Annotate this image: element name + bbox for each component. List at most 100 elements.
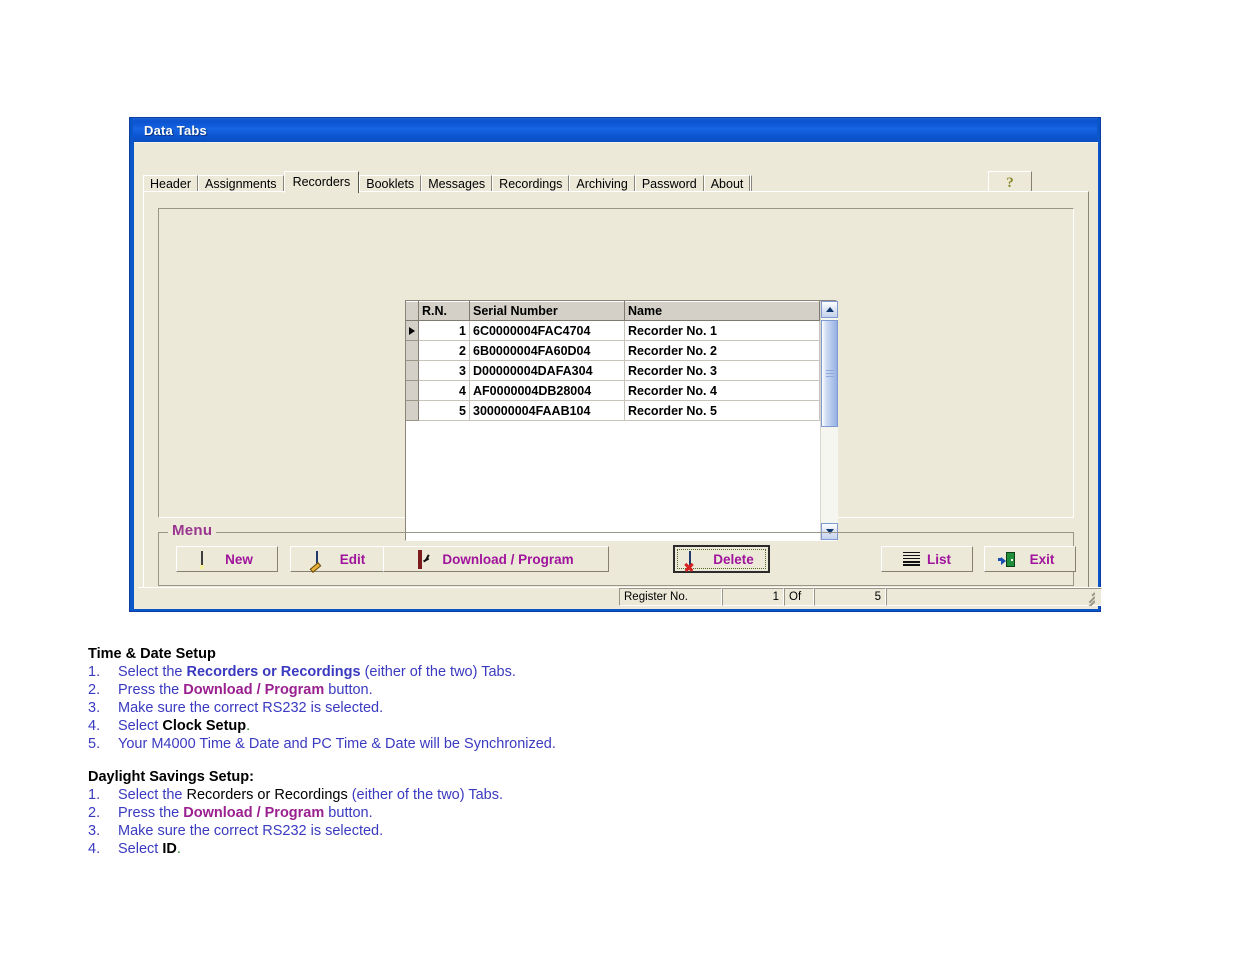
tab-messages[interactable]: Messages [421,175,493,192]
text-run: button. [324,682,373,698]
tab-assignments[interactable]: Assignments [198,175,284,192]
status-register-label: Register No. [619,588,722,606]
time-date-setup-list: 1. Select the Recorders or Recordings (ei… [88,663,848,753]
list-item-text: Make sure the correct RS232 is selected. [118,699,848,717]
cell-rn: 5 [418,400,470,421]
list-item: 5. Your M4000 Time & Date and PC Time & D… [88,735,848,753]
list-item: 2. Press the Download / Program button. [88,804,848,822]
column-header-serial-number[interactable]: Serial Number [469,301,625,321]
text-run: Recorders or Recordings [186,787,348,803]
tab-strip: Header Assignments Recorders Booklets Messag… [143,171,1089,193]
arrow-right-icon [409,327,415,336]
text-run: Select [118,718,163,734]
text-run: Download / Program [183,682,325,698]
list-item-number: 2. [88,805,101,821]
tab-recorders[interactable]: Recorders [283,171,360,193]
list-item: 4. Select Clock Setup. [88,717,848,735]
row-selector-cell[interactable] [406,340,419,361]
new-button[interactable]: New [176,546,278,572]
list-item-text: Select Clock Setup. [118,717,848,735]
delete-button[interactable]: Delete [673,545,770,573]
list-item-number: 1. [88,664,101,680]
daylight-savings-list: 1. Select the Recorders or Recordings (ei… [88,786,848,858]
grid-vertical-scrollbar[interactable] [820,301,838,540]
status-current-record: 1 [722,588,784,606]
text-run: Clock Setup [162,718,247,734]
new-button-label: New [225,551,253,567]
cell-name: Recorder No. 1 [624,320,820,341]
time-date-setup-heading: Time & Date Setup [88,646,216,662]
recorders-table: R.N. Serial Number Name 1 6C0000004FAC470… [406,301,820,421]
list-item: 3. Make sure the correct RS232 is selecte… [88,822,848,840]
list-item-number: 1. [88,787,101,803]
row-selector-cell[interactable] [406,400,419,421]
text-run: (either of the two) Tabs. [347,787,503,803]
row-selector-cell[interactable] [406,360,419,381]
tab-recordings[interactable]: Recordings [492,175,570,192]
text-run: button. [324,805,373,821]
text-run: Press the [118,682,184,698]
list-item: 3. Make sure the correct RS232 is selecte… [88,699,848,717]
list-item-number: 3. [88,823,101,839]
status-of-label: Of [784,588,814,606]
table-row[interactable]: 1 6C0000004FAC4704 Recorder No. 1 [406,320,820,341]
instructions-document: Time & Date Setup 1. Select the Recorders… [88,646,848,858]
cell-rn: 2 [418,340,470,361]
page-root: Data Tabs Header Assignments Recorders Book… [0,0,1235,954]
clock-frame-icon [418,549,435,569]
cell-serial-number: AF0000004DB28004 [469,380,625,401]
scroll-up-button[interactable] [821,301,838,318]
cell-serial-number: D00000004DAFA304 [469,360,625,381]
list-item-text: Press the Download / Program button. [118,681,848,699]
list-item-number: 5. [88,736,101,752]
list-item: 1. Select the Recorders or Recordings (ei… [88,786,848,804]
cell-serial-number: 6B0000004FA60D04 [469,340,625,361]
list-item-text: Make sure the correct RS232 is selected. [118,822,848,840]
tab-archiving[interactable]: Archiving [569,175,635,192]
list-item-number: 4. [88,718,101,734]
tab-page-recorders: R.N. Serial Number Name 1 6C0000004FAC470… [143,191,1089,600]
tab-booklets[interactable]: Booklets [359,175,422,192]
edit-button-label: Edit [339,551,366,567]
edit-button[interactable]: Edit [290,546,391,573]
list-item: 2. Press the Download / Program button. [88,681,848,699]
tab-about[interactable]: About [703,175,751,192]
grid-scroll-area: R.N. Serial Number Name 1 6C0000004FAC470… [406,301,820,540]
status-spacer [138,588,619,606]
column-header-name[interactable]: Name [624,301,820,321]
current-record-arrow-icon[interactable] [406,320,419,341]
table-row[interactable]: 2 6B0000004FA60D04 Recorder No. 2 [406,340,820,361]
status-bar: Register No. 1 Of 5 [138,587,1102,606]
window-resize-grip[interactable] [1081,592,1095,606]
list-item-text: Select the Recorders or Recordings (eith… [118,786,848,804]
table-row[interactable]: 3 D00000004DAFA304 Recorder No. 3 [406,360,820,381]
recorders-grid[interactable]: R.N. Serial Number Name 1 6C0000004FAC470… [405,300,838,541]
list-button-label: List [926,551,951,567]
table-body: 1 6C0000004FAC4704 Recorder No. 1 2 6B000000… [406,320,820,421]
column-header-rn[interactable]: R.N. [418,301,470,321]
exit-button[interactable]: Exit [984,546,1076,572]
menu-groupbox: Menu New Edit Download / Program Delete … [158,522,1076,586]
window-client-area: Header Assignments Recorders Booklets Messag… [134,142,1102,609]
table-row[interactable]: 5 300000004FAAB104 Recorder No. 5 [406,400,820,421]
row-selector-cell[interactable] [406,380,419,401]
tab-password[interactable]: Password [634,175,704,192]
download-program-button-label: Download / Program [442,551,574,567]
exit-door-arrow-icon [997,551,1023,567]
table-row[interactable]: 4 AF0000004DB28004 Recorder No. 4 [406,380,820,401]
cell-serial-number: 300000004FAAB104 [469,400,625,421]
list-button[interactable]: List [881,546,973,572]
text-run: Select the [118,787,187,803]
window-titlebar: Data Tabs [133,118,1097,142]
scrollbar-thumb[interactable] [821,320,838,427]
text-run: . [176,841,181,857]
text-run: Press the [118,805,184,821]
list-item-number: 2. [88,682,101,698]
edit-table-pencil-icon [309,550,333,573]
tab-header[interactable]: Header [143,175,198,192]
text-run: Download / Program [183,805,325,821]
download-program-button[interactable]: Download / Program [383,546,609,572]
text-run: Select the [118,664,187,680]
text-run: Recorders or Recordings [186,664,361,680]
list-item: 4. Select ID. [88,840,848,858]
